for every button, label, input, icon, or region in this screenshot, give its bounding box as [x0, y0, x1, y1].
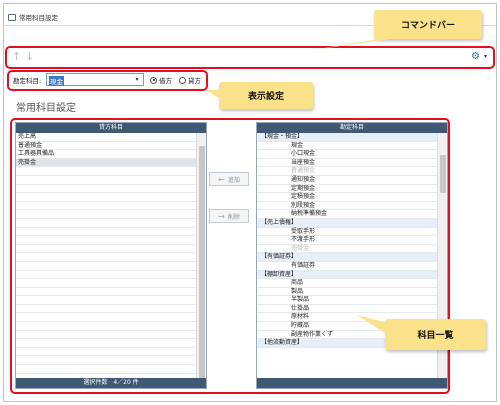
account-select-value: 現金 — [49, 76, 64, 86]
list-item[interactable]: 納税準備預金 — [257, 210, 437, 219]
page-title: 常用科目設定 — [16, 103, 76, 114]
account-label: 勘定科目: — [13, 77, 42, 85]
radio-credit[interactable]: 貸方 — [179, 75, 201, 85]
credit-accounts-panel: 貸方科目 売上高 普通預金 工具器具備品 売掛金 選択件数 4／20 件 — [15, 122, 207, 389]
credit-accounts-list: 売上高 普通預金 工具器具備品 売掛金 — [16, 133, 196, 378]
display-settings: 勘定科目: 現金 ▾ 借方 貸方 — [9, 71, 206, 89]
list-item[interactable]: 定積預金 — [257, 193, 437, 202]
remove-button-label: 削除 — [227, 213, 240, 221]
empty-row — [16, 271, 196, 280]
chevron-down-icon[interactable]: ▾ — [484, 53, 487, 60]
list-item[interactable]: 売掛金 — [16, 158, 196, 168]
move-down-icon[interactable]: ↓ — [25, 50, 34, 64]
list-item[interactable]: 仕掛品 — [257, 305, 437, 314]
list-item[interactable]: 半製品 — [257, 296, 437, 305]
callout-command-bar: コマンドバー — [374, 10, 482, 39]
list-item[interactable]: 有価証券 — [257, 262, 437, 271]
callout-account-list: 科目一覧 — [385, 319, 486, 350]
tab-common-accounts[interactable]: 常用科目設定 — [8, 9, 58, 25]
group-header[interactable]: 【現金・預金】 — [257, 133, 437, 142]
list-item[interactable]: 商品 — [257, 279, 437, 288]
group-header[interactable]: 【売上債権】 — [257, 218, 437, 228]
arrow-right-icon: → — [218, 211, 225, 221]
tab-label: 常用科目設定 — [19, 14, 58, 22]
selection-count: 選択件数 4／20 件 — [16, 378, 206, 388]
chevron-down-icon[interactable]: ▾ — [132, 75, 142, 85]
empty-row — [16, 305, 196, 314]
radio-debit-label: 借方 — [159, 77, 172, 85]
callout-display-settings: 表示設定 — [219, 82, 313, 109]
radio-debit-dot[interactable] — [150, 76, 157, 84]
empty-row — [16, 262, 196, 271]
empty-row — [16, 219, 196, 228]
account-list-header: 勘定科目 — [257, 123, 447, 133]
empty-row — [16, 210, 196, 219]
empty-row — [16, 245, 196, 254]
empty-row — [16, 288, 196, 297]
radio-credit-label: 貸方 — [188, 77, 201, 85]
list-item[interactable]: 別段預金 — [257, 202, 437, 211]
list-item[interactable]: 普通預金 — [257, 167, 437, 176]
radio-debit[interactable]: 借方 — [150, 75, 172, 85]
add-button-label: 追加 — [227, 176, 240, 184]
empty-row — [16, 313, 196, 323]
group-header[interactable]: 【有価証券】 — [257, 253, 437, 262]
command-bar: ↑ ↓ ⚙ ▾ — [7, 48, 493, 67]
group-header[interactable]: 【棚卸資産】 — [257, 270, 437, 280]
left-scrollbar[interactable] — [196, 133, 206, 383]
empty-row — [16, 296, 196, 305]
account-list-footer — [257, 378, 447, 388]
empty-row — [16, 236, 196, 245]
empty-row — [16, 176, 196, 185]
list-item[interactable]: 通知預金 — [257, 176, 437, 185]
empty-row — [16, 228, 196, 237]
remove-button[interactable]: → 削除 — [209, 209, 249, 223]
right-scroll-thumb[interactable] — [440, 155, 446, 193]
list-item[interactable]: 現金 — [257, 142, 437, 151]
list-item[interactable]: 受取手形 — [257, 228, 437, 237]
list-item[interactable]: 工具器具備品 — [16, 150, 196, 159]
empty-row — [16, 193, 196, 202]
empty-row — [16, 356, 196, 366]
window-icon — [8, 13, 16, 21]
left-scroll-thumb[interactable] — [199, 146, 205, 383]
account-select[interactable]: 現金 ▾ — [46, 73, 144, 86]
credit-accounts-header: 貸方科目 — [16, 123, 206, 133]
empty-row — [16, 167, 196, 176]
empty-row — [16, 331, 196, 340]
radio-credit-dot[interactable] — [179, 76, 186, 84]
list-item[interactable]: 製品 — [257, 288, 437, 297]
empty-row — [16, 185, 196, 194]
arrow-left-icon: ← — [218, 174, 225, 184]
list-item[interactable]: 不渡手形 — [257, 236, 437, 245]
empty-row — [16, 279, 196, 288]
list-item[interactable]: 当座預金 — [257, 159, 437, 168]
empty-row — [16, 339, 196, 348]
list-item[interactable]: 売上高 — [16, 133, 196, 142]
empty-row — [16, 365, 196, 374]
list-item[interactable]: 定期預金 — [257, 185, 437, 194]
empty-row — [16, 253, 196, 262]
move-up-icon[interactable]: ↑ — [12, 50, 21, 64]
add-button[interactable]: ← 追加 — [209, 172, 249, 186]
list-item[interactable]: 小口現金 — [257, 150, 437, 159]
empty-row — [16, 348, 196, 357]
gear-icon[interactable]: ⚙ — [471, 50, 480, 64]
empty-row — [16, 322, 196, 331]
empty-row — [16, 202, 196, 211]
list-item[interactable]: 普通預金 — [16, 142, 196, 151]
